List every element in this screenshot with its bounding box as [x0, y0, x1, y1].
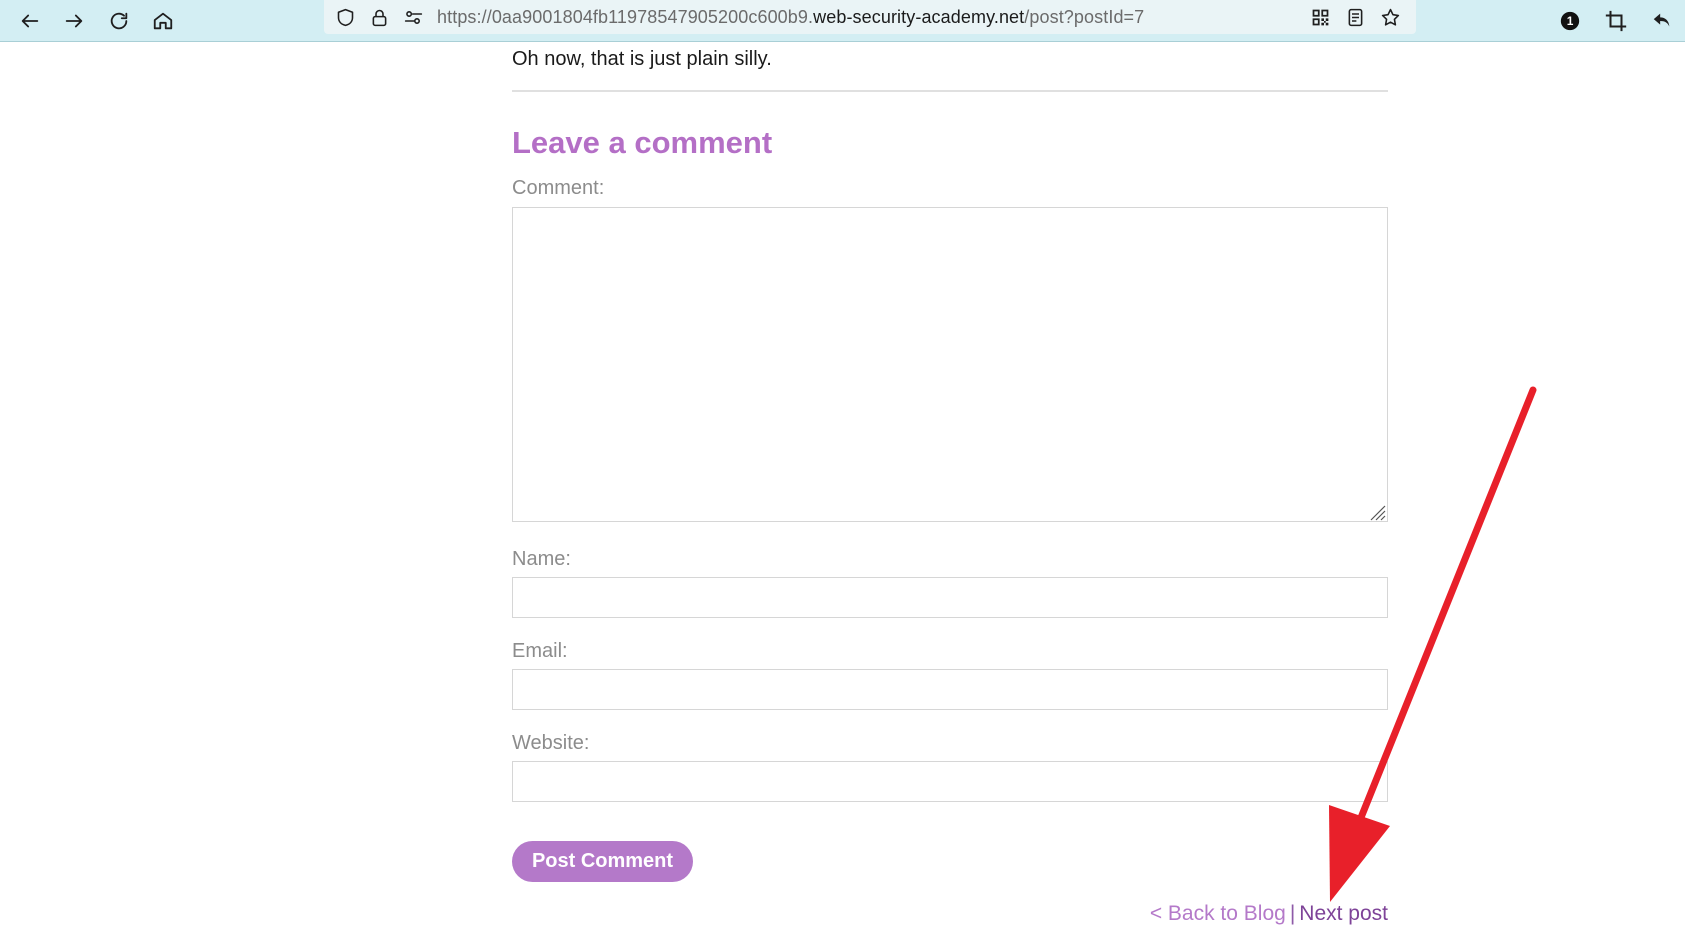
reload-button[interactable] [103, 5, 135, 37]
shield-icon [337, 8, 353, 26]
url-text[interactable]: https://0aa9001804fb11978547905200c600b9… [437, 6, 1144, 28]
screenshot-button[interactable] [1600, 5, 1632, 37]
crop-icon [1605, 10, 1627, 32]
comment-label: Comment: [512, 177, 605, 199]
website-input[interactable] [512, 761, 1388, 802]
notifications-button[interactable]: 1 [1554, 5, 1586, 37]
email-input[interactable] [512, 669, 1388, 710]
url-path: /post?postId=7 [1024, 7, 1145, 27]
undo-button[interactable] [1646, 5, 1678, 37]
resize-grip-icon[interactable] [1368, 503, 1386, 521]
next-post-link[interactable]: Next post [1299, 902, 1388, 925]
qr-code-button[interactable] [1307, 4, 1333, 30]
section-divider [512, 90, 1388, 92]
url-prefix: https://0aa9001804fb11978547905200c600b9… [437, 7, 814, 27]
sliders-icon [404, 10, 422, 24]
reader-view-button[interactable] [1342, 4, 1368, 30]
qr-code-icon [1312, 9, 1328, 25]
arrow-right-icon [65, 14, 83, 28]
back-to-blog-link[interactable]: < Back to Blog [1150, 902, 1286, 925]
forward-button[interactable] [58, 5, 90, 37]
arrow-left-icon [21, 14, 39, 28]
permissions-button[interactable] [400, 4, 426, 30]
name-label: Name: [512, 548, 571, 570]
url-bar[interactable]: https://0aa9001804fb11978547905200c600b9… [324, 0, 1416, 34]
nav-separator: | [1289, 902, 1296, 925]
back-button[interactable] [14, 5, 46, 37]
notification-badge-icon: 1 [1560, 11, 1580, 31]
home-icon [153, 12, 173, 30]
reader-view-icon [1348, 8, 1362, 26]
lock-icon [372, 9, 386, 26]
tracking-protection-button[interactable] [332, 4, 358, 30]
bookmark-button[interactable] [1377, 4, 1403, 30]
star-icon [1381, 8, 1399, 26]
comment-textarea[interactable] [512, 207, 1388, 522]
url-domain: web-security-academy.net [813, 7, 1025, 27]
post-comment-button[interactable]: Post Comment [512, 841, 693, 882]
email-label: Email: [512, 640, 568, 662]
site-security-button[interactable] [366, 4, 392, 30]
comment-form-heading: Leave a comment [512, 125, 773, 160]
post-navigation: < Back to Blog | Next post [1150, 901, 1388, 927]
notification-count: 1 [1567, 14, 1574, 28]
home-button[interactable] [147, 5, 179, 37]
name-input[interactable] [512, 577, 1388, 618]
reload-icon [110, 12, 128, 30]
browser-toolbar: https://0aa9001804fb11978547905200c600b9… [0, 0, 1685, 42]
undo-arrow-icon [1653, 13, 1670, 27]
website-label: Website: [512, 732, 590, 754]
last-comment-text: Oh now, that is just plain silly. [512, 48, 772, 70]
